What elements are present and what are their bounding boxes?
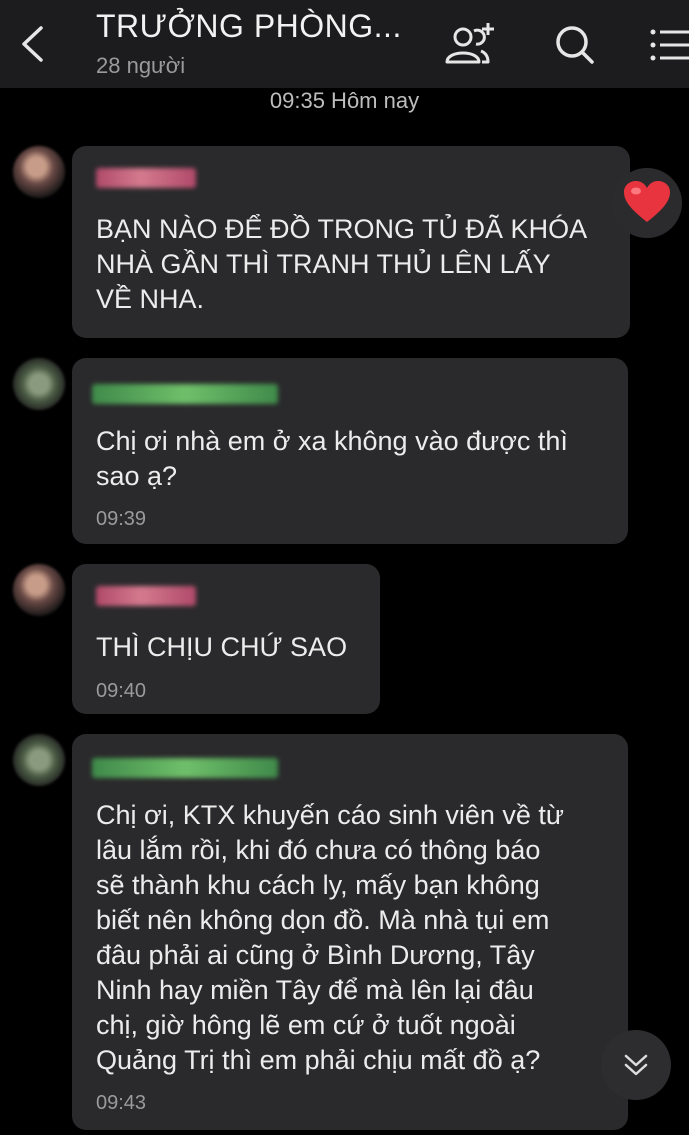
message-time: 09:39	[96, 508, 147, 530]
sender-name-blurred[interactable]	[96, 586, 196, 606]
message-time: 09:43	[96, 1092, 147, 1114]
search-icon[interactable]	[548, 20, 604, 70]
heart-icon	[624, 181, 670, 222]
avatar[interactable]	[13, 358, 65, 410]
back-chevron-icon[interactable]	[14, 22, 54, 66]
sender-name-blurred[interactable]	[92, 758, 278, 778]
add-member-icon[interactable]	[440, 20, 496, 70]
message-text: BẠN NÀO ĐỂ ĐỒ TRONG TỦ ĐÃ KHÓA NHÀ GẦN T…	[96, 214, 588, 314]
avatar[interactable]	[13, 564, 65, 616]
message-bubble[interactable]: THÌ CHỊU CHỨ SAO 09:40	[72, 564, 380, 714]
message-text: Chị ơi nhà em ở xa không vào được thì sa…	[96, 426, 568, 491]
double-chevron-down-icon	[624, 1054, 648, 1076]
avatar[interactable]	[13, 146, 65, 198]
scroll-to-bottom-button[interactable]	[601, 1030, 671, 1100]
avatar[interactable]	[13, 734, 65, 786]
message-bubble[interactable]: Chị ơi, KTX khuyến cáo sinh viên về từ l…	[72, 734, 628, 1130]
sender-name-blurred[interactable]	[92, 384, 278, 404]
message-text: Chị ơi, KTX khuyến cáo sinh viên về từ l…	[96, 800, 564, 1075]
chat-header: TRƯỞNG PHÒNG... 28 người	[0, 0, 689, 88]
message-bubble[interactable]: BẠN NÀO ĐỂ ĐỒ TRONG TỦ ĐÃ KHÓA NHÀ GẦN T…	[72, 146, 630, 338]
menu-icon[interactable]	[640, 20, 689, 70]
reaction-badge[interactable]	[612, 168, 682, 238]
message-text: THÌ CHỊU CHỨ SAO	[96, 632, 348, 662]
message-time: 09:40	[96, 680, 147, 702]
message-bubble[interactable]: Chị ơi nhà em ở xa không vào được thì sa…	[72, 358, 628, 544]
member-count[interactable]: 28 người	[96, 53, 185, 79]
sender-name-blurred[interactable]	[96, 168, 196, 188]
group-title[interactable]: TRƯỞNG PHÒNG...	[96, 8, 402, 45]
date-divider: 09:35 Hôm nay	[269, 88, 420, 113]
